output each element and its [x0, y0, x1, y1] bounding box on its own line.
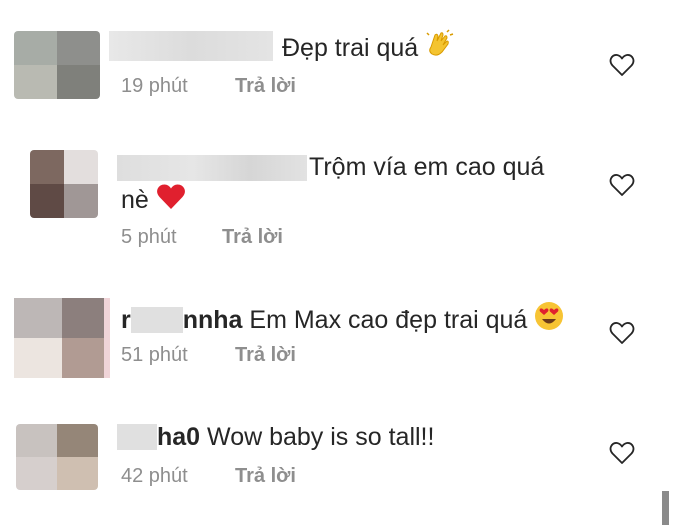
- comment-text-body: Em Max cao đẹp trai quá: [249, 306, 528, 334]
- avatar-tile: [14, 65, 57, 99]
- timestamp: 42 phút: [121, 465, 188, 487]
- avatar-tile: [57, 457, 98, 490]
- comment-text-body: Trộm vía em cao quá: [309, 153, 545, 181]
- avatar-tile: [57, 65, 100, 99]
- username[interactable]: ha0: [157, 423, 200, 451]
- avatar-tile: [57, 424, 98, 457]
- heart-outline-icon[interactable]: [609, 441, 635, 465]
- avatar-tile: [14, 338, 62, 378]
- comment-text-line1: Trộm vía em cao quá: [309, 151, 544, 183]
- reply-button[interactable]: Trả lời: [222, 226, 283, 249]
- avatar-tile: [30, 150, 64, 184]
- username[interactable]: nnha: [183, 306, 243, 334]
- comment-text: Đẹp trai quá: [282, 29, 455, 67]
- comment-text-body: Đẹp trai quá: [282, 34, 419, 62]
- timestamp: 5 phút: [121, 226, 177, 248]
- avatar[interactable]: [30, 150, 98, 218]
- avatar[interactable]: [14, 31, 100, 99]
- avatar-tile: [16, 424, 57, 457]
- avatar-tile: [64, 184, 98, 218]
- username[interactable]: r: [121, 306, 131, 334]
- comment-text-body: Wow baby is so tall!!: [207, 423, 435, 451]
- reply-button[interactable]: Trả lời: [235, 344, 296, 367]
- avatar-tile: [57, 31, 100, 65]
- username-blurred[interactable]: [109, 31, 273, 61]
- username-blurred: [117, 424, 157, 450]
- heart-outline-icon[interactable]: [609, 321, 635, 345]
- reply-button[interactable]: Trả lời: [235, 465, 296, 488]
- comment-text-body: nè: [121, 186, 149, 214]
- avatar-tile: [64, 150, 98, 184]
- red-heart-icon: [156, 183, 186, 219]
- timestamp: 51 phút: [121, 344, 188, 366]
- avatar-tile: [14, 298, 62, 338]
- scrollbar[interactable]: [662, 491, 669, 525]
- avatar-tile: [16, 457, 57, 490]
- avatar-tile: [62, 298, 110, 338]
- avatar-tile: [62, 338, 110, 378]
- avatar-tile: [30, 184, 64, 218]
- avatar[interactable]: [16, 424, 98, 490]
- username-blurred[interactable]: [117, 155, 307, 181]
- avatar-story-ring: [104, 298, 110, 378]
- clapping-hands-icon: [425, 29, 455, 67]
- heart-outline-icon[interactable]: [609, 53, 635, 77]
- avatar-tile: [14, 31, 57, 65]
- username-blurred: [130, 307, 183, 333]
- avatar[interactable]: [14, 298, 110, 378]
- heart-eyes-face-icon: [534, 301, 564, 339]
- comment-text-line2: nè: [121, 183, 186, 219]
- reply-button[interactable]: Trả lời: [235, 75, 296, 98]
- comment-text: ha0 Wow baby is so tall!!: [117, 421, 434, 453]
- heart-outline-icon[interactable]: [609, 173, 635, 197]
- timestamp: 19 phút: [121, 75, 188, 97]
- comment-text: r nnha Em Max cao đẹp trai quá: [121, 301, 564, 339]
